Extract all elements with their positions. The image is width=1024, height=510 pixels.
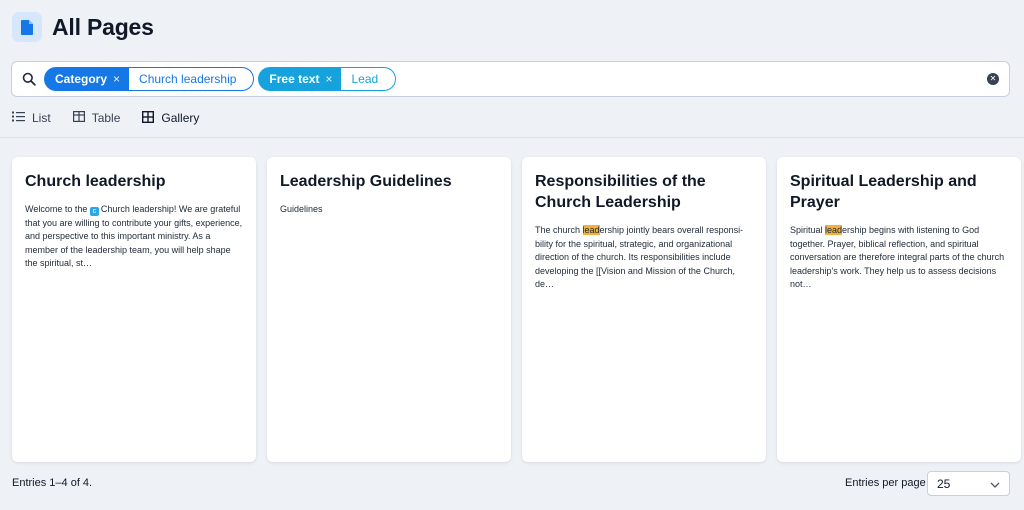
filter-value-free-text[interactable]: Lead — [341, 67, 397, 91]
filter-key-label: Free text — [269, 72, 320, 86]
filter-key-label: Category — [55, 72, 108, 86]
view-list-button[interactable]: List — [12, 111, 51, 125]
chevron-down-icon — [990, 477, 1000, 491]
page-card[interactable]: Spiritual Leadership and Prayer Spiritua… — [777, 157, 1021, 462]
filter-key-free-text: Free text × — [258, 67, 342, 91]
view-switcher: List Table Gallery — [12, 109, 199, 127]
list-icon — [12, 111, 25, 125]
page-link-icon[interactable]: c — [89, 207, 99, 216]
entries-count: Entries 1–4 of 4. — [12, 477, 93, 489]
filter-value-category[interactable]: Church leadership — [129, 67, 255, 91]
toolbar-divider — [0, 137, 1024, 138]
page-card[interactable]: Responsibilities of the Church Leadershi… — [522, 157, 766, 462]
clear-search-icon[interactable]: ✕ — [987, 73, 999, 85]
view-gallery-label: Gallery — [161, 111, 200, 125]
entries-per-page-select[interactable]: 25 — [927, 471, 1010, 496]
gallery-grid: Church leadership Welcome to the c Church… — [12, 157, 1021, 462]
document-icon — [12, 12, 42, 42]
entries-per-page-label: Entries per page — [845, 477, 926, 489]
search-highlight: lead — [582, 225, 600, 235]
view-gallery-button[interactable]: Gallery — [142, 110, 200, 126]
table-icon — [72, 111, 85, 125]
search-icon — [22, 72, 36, 86]
entries-per-page-value: 25 — [937, 476, 951, 491]
filter-key-category: Category × — [44, 67, 130, 91]
search-bar[interactable]: Category × Church leadership Free text ×… — [11, 61, 1010, 97]
card-title[interactable]: Church leadership — [25, 171, 243, 192]
card-excerpt: The church leadership jointly bears over… — [535, 225, 744, 289]
card-excerpt: Guidelines — [280, 204, 323, 214]
gallery-icon — [142, 110, 155, 126]
search-highlight: lead — [825, 225, 843, 235]
view-list-label: List — [32, 111, 51, 125]
card-title[interactable]: Leadership Guidelines — [280, 171, 498, 192]
view-table-label: Table — [91, 111, 121, 125]
card-title[interactable]: Responsibilities of the Church Leadershi… — [535, 171, 753, 213]
card-title[interactable]: Spiritual Leadership and Prayer — [790, 171, 1008, 213]
card-excerpt: Welcome to the c Church leadership! We ar… — [25, 204, 243, 268]
page-card[interactable]: Church leadership Welcome to the c Church… — [12, 157, 256, 462]
remove-filter-icon[interactable]: × — [325, 72, 332, 86]
view-table-button[interactable]: Table — [72, 111, 121, 125]
card-excerpt: Spiritual leadership begins with listeni… — [790, 225, 1005, 289]
remove-filter-icon[interactable]: × — [113, 72, 120, 86]
filter-chip-category: Category × Church leadership — [44, 67, 255, 91]
filter-chip-free-text: Free text × Lead — [258, 67, 397, 91]
page-title: All Pages — [52, 13, 154, 40]
page-card[interactable]: Leadership Guidelines Guidelines — [267, 157, 511, 462]
page-header: All Pages — [12, 10, 154, 44]
